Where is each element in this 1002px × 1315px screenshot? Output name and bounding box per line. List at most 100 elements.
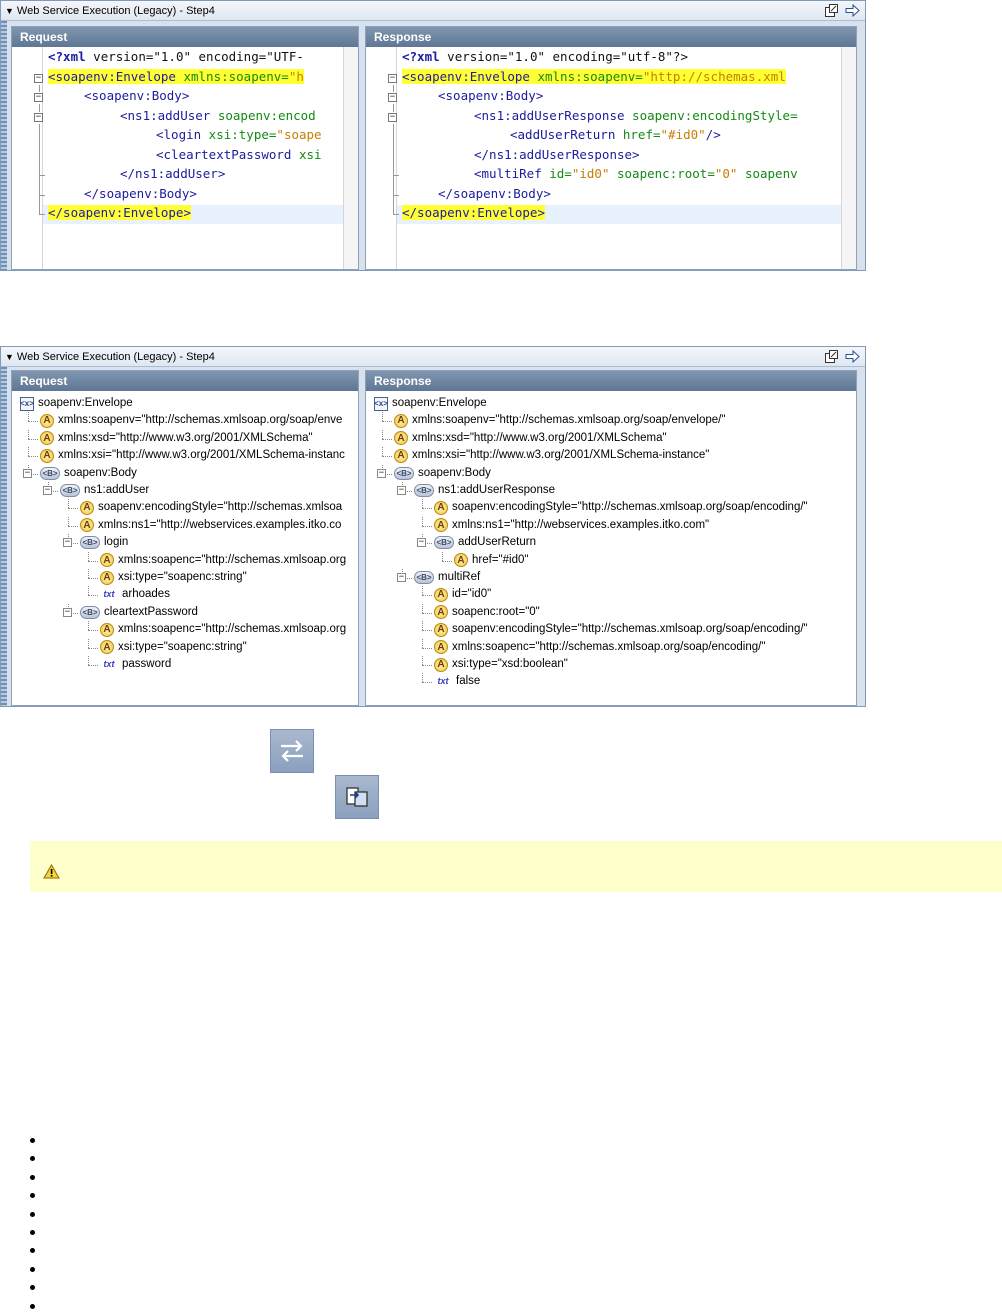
attribute-icon: A [100,640,114,655]
fold-toggle[interactable]: − [34,93,43,102]
tree-node[interactable]: Axmlns:soapenc="http://schemas.xmlsoap.o… [100,552,346,569]
tree-node[interactable]: Axmlns:ns1="http://webservices.examples.… [434,517,709,534]
warning-triangle-icon [43,863,60,882]
xml-line: <ns1:addUserResponse soapenv:encodingSty… [474,107,798,123]
tree-node-label: xmlns:ns1="http://webservices.examples.i… [452,518,710,531]
tree-node[interactable]: Asoapenv:encodingStyle="http://schemas.x… [80,499,342,516]
tree-node[interactable]: txt arhoades [100,586,170,603]
tree-node-label: ns1:addUserResponse [438,484,555,496]
attribute-icon: A [100,553,114,568]
response-tree-pane[interactable]: Response <x> soapenv:Envelope Axmlns:soape… [365,370,857,706]
tree-node[interactable]: <x> soapenv:Envelope [374,395,487,412]
vertical-scrollbar[interactable] [343,47,358,269]
tree-node[interactable]: Axmlns:soapenv="http://schemas.xmlsoap.o… [40,412,342,429]
tree-node[interactable]: txt password [100,656,172,673]
fold-toggle[interactable]: − [388,74,397,83]
tree-expand-toggle[interactable]: − [417,538,426,548]
tree-node[interactable]: <B> ns1:addUserResponse [414,482,555,499]
xml-line: </ns1:addUserResponse> [474,146,640,162]
tree-expand-toggle[interactable]: − [397,486,406,495]
tree-node[interactable]: Axsi:type="soapenc:string" [100,569,247,586]
tree-node[interactable]: txt false [434,673,481,690]
tree-expand-toggle[interactable]: − [63,607,72,617]
tree-node[interactable]: Asoapenc:root="0" [434,604,540,621]
request-pane-header: Request [12,27,358,47]
xml-line: </soapenv:Body> [438,185,551,201]
tree-node[interactable]: Axsi:type="soapenc:string" [100,639,247,656]
swap-arrows-icon[interactable] [270,729,314,773]
tree-node[interactable]: Axmlns:soapenv="http://schemas.xmlsoap.o… [394,412,725,429]
detach-window-icon[interactable] [823,2,840,19]
tree-node[interactable]: <B> soapenv:Body [394,465,491,482]
xml-line: <soapenv:Body> [84,88,190,103]
response-xml-editor[interactable]: − − − <?xml version="1.0" encoding="utf-… [366,47,856,269]
fold-toggle[interactable]: − [388,113,397,122]
tree-node[interactable]: Axmlns:soapenc="http://schemas.xmlsoap.o… [434,639,765,656]
tree-node[interactable]: <B> cleartextPassword [80,604,198,621]
tree-node-label: soapenv:Body [64,466,137,479]
tree-node[interactable]: <B> soapenv:Body [40,465,137,482]
attribute-icon: A [394,448,408,463]
vertical-scrollbar[interactable] [841,47,856,269]
fold-toggle[interactable]: − [34,74,43,83]
request-tree-pane[interactable]: Request <x> soapenv:Envelope Axmlns:soapen… [11,370,359,706]
tree-node-label: soapenv:encodingStyle="http://schemas.xm… [452,501,808,514]
tree-node[interactable]: Aid="id0" [434,586,491,603]
tree-node-label: ns1:addUser [84,484,150,496]
fold-toggle[interactable]: − [388,93,397,102]
tree-node[interactable]: Axmlns:xsi="http://www.w3.org/2001/XMLSc… [394,447,709,464]
xml-line: <?xml version="1.0" encoding="UTF- [48,49,304,64]
collapse-triangle-icon[interactable]: ▼ [5,347,14,367]
tree-node-label: soapenv:Body [418,466,491,479]
fold-toggle[interactable]: − [34,113,43,122]
xml-line: </soapenv:Body> [84,185,197,201]
response-pane-header: Response [366,27,856,47]
request-xml-pane[interactable]: Request − − − <?xml version="1.0" encodi… [11,26,359,270]
tree-node[interactable]: <x> soapenv:Envelope [20,395,133,412]
tree-expand-toggle[interactable]: − [377,468,386,478]
element-icon: <B> [80,605,100,619]
attribute-icon: A [80,500,94,515]
tree-node[interactable]: Axmlns:xsd="http://www.w3.org/2001/XMLSc… [40,430,313,447]
tree-node[interactable]: Asoapenv:encodingStyle="http://schemas.x… [434,499,808,516]
tree-node-label: login [104,536,129,549]
request-xml-tree[interactable]: <x> soapenv:Envelope Axmlns:soapenv="http:… [12,391,358,705]
detach-window-icon[interactable] [823,348,840,365]
tree-node[interactable]: Axsi:type="xsd:boolean" [434,656,568,673]
xml-line: <soapenv:Body> [438,88,544,103]
element-icon: <B> [40,466,60,480]
tree-node-label: id="id0" [452,588,492,601]
tree-node[interactable]: Axmlns:soapenc="http://schemas.xmlsoap.o… [100,621,346,638]
tree-node[interactable]: Axmlns:xsi="http://www.w3.org/2001/XMLSc… [40,447,345,464]
attribute-icon: A [434,622,448,637]
tree-node[interactable]: Axmlns:xsd="http://www.w3.org/2001/XMLSc… [394,430,667,447]
tree-node[interactable]: Ahref="#id0" [454,552,528,569]
tree-node[interactable]: <B> addUserReturn [434,534,536,551]
panel-title: Web Service Execution (Legacy) - Step4 [16,5,215,17]
element-icon: <B> [414,571,434,584]
tree-expand-toggle[interactable]: − [397,573,406,582]
tree-node-label: multiRef [438,571,481,583]
tree-node[interactable]: <B> login [80,534,128,551]
request-xml-editor[interactable]: − − − <?xml version="1.0" encoding="UTF-… [12,47,358,269]
xml-line: </ns1:addUser> [120,166,226,181]
response-xml-pane[interactable]: Response − − − <?xml version="1.0" encod… [365,26,857,270]
tree-expand-toggle[interactable]: − [23,468,32,478]
attribute-icon: A [394,413,408,428]
tree-node[interactable]: <B> ns1:addUser [60,482,149,499]
tree-node[interactable]: <B> multiRef [414,569,480,586]
arrow-right-icon[interactable] [844,2,861,19]
collapse-triangle-icon[interactable]: ▼ [5,1,14,21]
tree-expand-toggle[interactable]: − [63,538,72,548]
tree-node[interactable]: Asoapenv:encodingStyle="http://schemas.x… [434,621,808,638]
xml-line: </soapenv:Envelope> [48,205,191,220]
compare-window-icon[interactable] [335,775,379,819]
attribute-icon: A [40,448,54,463]
response-xml-tree[interactable]: <x> soapenv:Envelope Axmlns:soapenv="http:… [366,391,856,705]
tree-node-label: soapenv:encodingStyle="http://schemas.xm… [452,623,808,636]
attribute-icon: A [454,553,468,568]
text-node-icon: txt [437,676,449,687]
tree-node[interactable]: Axmlns:ns1="http://webservices.examples.… [80,517,341,534]
tree-expand-toggle[interactable]: − [43,486,52,495]
arrow-right-icon[interactable] [844,348,861,365]
